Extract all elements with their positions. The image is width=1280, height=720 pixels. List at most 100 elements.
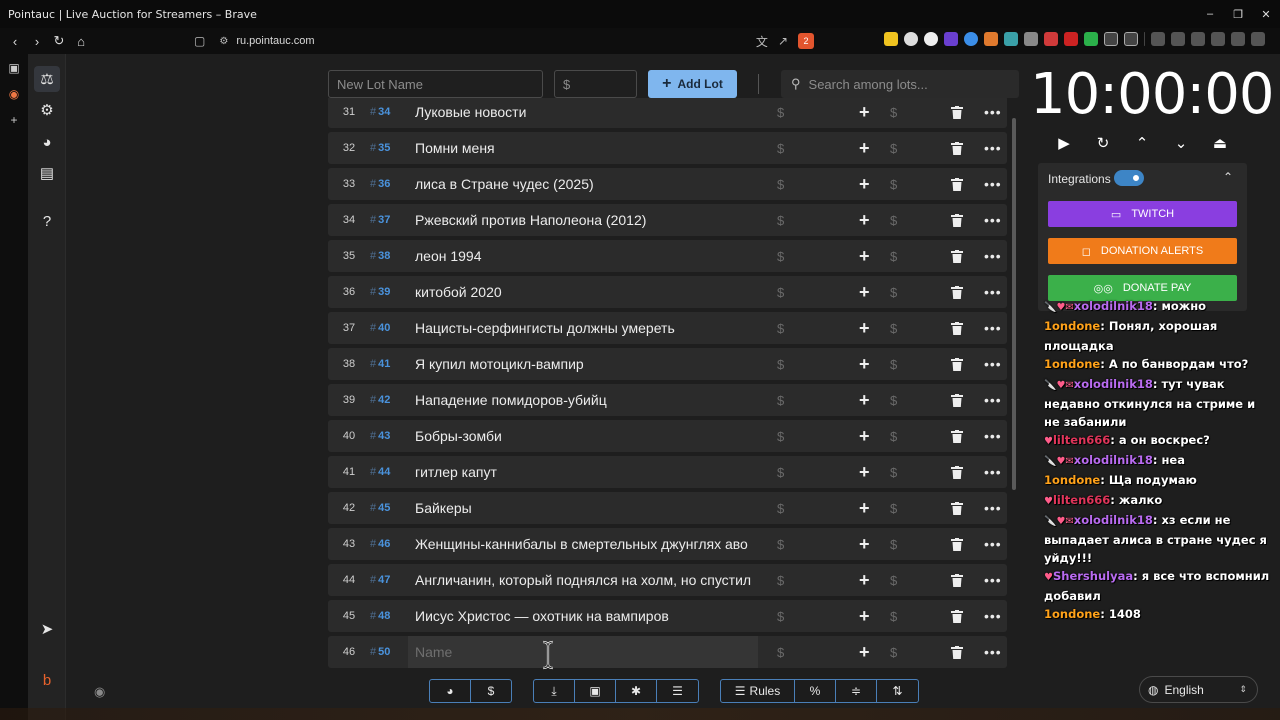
forward-icon[interactable]: ›: [28, 32, 46, 50]
translate-icon[interactable]: 文: [756, 33, 768, 50]
address-bar[interactable]: ▢ ⚙ ru.pointauc.com 文 ↗ 2: [194, 31, 814, 51]
add-amount-icon[interactable]: +: [859, 391, 870, 409]
delete-trash-icon[interactable]: [951, 465, 963, 479]
lot-amount-field[interactable]: $: [777, 285, 784, 300]
play-icon[interactable]: ▶: [1053, 132, 1075, 154]
lot-amount-field[interactable]: $: [777, 429, 784, 444]
extension-icon[interactable]: [944, 32, 958, 46]
lot-amount-field[interactable]: $: [777, 465, 784, 480]
more-options-icon[interactable]: •••: [984, 573, 1002, 587]
add-amount-field[interactable]: $: [890, 321, 897, 336]
add-amount-icon[interactable]: +: [859, 283, 870, 301]
add-amount-icon[interactable]: +: [859, 139, 870, 157]
add-amount-field[interactable]: $: [890, 465, 897, 480]
twitch-button[interactable]: ▭ TWITCH: [1048, 201, 1237, 227]
delete-trash-icon[interactable]: [951, 321, 963, 335]
minimize-button[interactable]: –: [1196, 0, 1224, 28]
lot-name-input[interactable]: Name: [408, 636, 758, 668]
lot-name[interactable]: Женщины-каннибалы в смертельных джунглях…: [415, 536, 755, 552]
lot-row[interactable]: 42 #45 Байкеры $ + $ •••: [328, 492, 1007, 524]
extension-icon[interactable]: [924, 32, 938, 46]
maximize-button[interactable]: ❐: [1224, 0, 1252, 28]
more-options-icon[interactable]: •••: [984, 465, 1002, 479]
extension-icon[interactable]: [964, 32, 978, 46]
lot-id[interactable]: #38: [370, 250, 390, 262]
language-select[interactable]: ◍ English ⇕: [1139, 676, 1258, 703]
delete-trash-icon[interactable]: [951, 177, 963, 191]
add-lot-button[interactable]: + Add Lot: [648, 70, 737, 98]
add-amount-field[interactable]: $: [890, 393, 897, 408]
extension-icon[interactable]: [1044, 32, 1058, 46]
add-amount-icon[interactable]: +: [859, 607, 870, 625]
compact-view-icon[interactable]: ≑: [836, 680, 877, 702]
help-icon[interactable]: ?: [34, 208, 60, 234]
new-tab-icon[interactable]: +: [6, 112, 22, 128]
add-amount-icon[interactable]: +: [859, 355, 870, 373]
percent-button[interactable]: %: [795, 680, 836, 702]
lot-list-scrollbar[interactable]: [1012, 118, 1016, 490]
add-amount-icon[interactable]: +: [859, 499, 870, 517]
lot-amount-field[interactable]: $: [777, 177, 784, 192]
telegram-icon[interactable]: ➤: [34, 616, 60, 642]
brave-shield-icon[interactable]: 2: [798, 33, 814, 49]
lot-id[interactable]: #44: [370, 466, 390, 478]
extension-icon[interactable]: [1024, 32, 1038, 46]
lot-row[interactable]: 40 #43 Бобры-зомби $ + $ •••: [328, 420, 1007, 452]
lot-id[interactable]: #36: [370, 178, 390, 190]
lot-row[interactable]: 38 #41 Я купил мотоцикл-вампир $ + $ •••: [328, 348, 1007, 380]
delete-trash-icon[interactable]: [951, 429, 963, 443]
donation-alerts-button[interactable]: ◻ DONATION ALERTS: [1048, 238, 1237, 264]
lot-amount-field[interactable]: $: [777, 501, 784, 516]
visibility-eye-icon[interactable]: ◉: [94, 684, 105, 700]
lot-name[interactable]: Я купил мотоцикл-вампир: [415, 356, 755, 372]
lot-name[interactable]: Ржевский против Наполеона (2012): [415, 212, 755, 228]
wallet-icon[interactable]: [1191, 32, 1205, 46]
vpn-icon[interactable]: [1231, 32, 1245, 46]
donate-dollar-button[interactable]: $: [471, 680, 511, 702]
lot-search-input[interactable]: ⚲ Search among lots...: [781, 70, 1019, 98]
lot-name[interactable]: лиса в Стране чудес (2025): [415, 176, 755, 192]
clear-list-icon[interactable]: ☰: [657, 680, 698, 702]
delete-trash-icon[interactable]: [951, 537, 963, 551]
add-amount-field[interactable]: $: [890, 609, 897, 624]
extension-icon[interactable]: [1104, 32, 1118, 46]
extension-icon[interactable]: [884, 32, 898, 46]
add-amount-field[interactable]: $: [890, 645, 897, 660]
more-options-icon[interactable]: •••: [984, 249, 1002, 263]
add-amount-icon[interactable]: +: [859, 643, 870, 661]
url-text[interactable]: ru.pointauc.com: [236, 35, 314, 47]
lot-name[interactable]: Нацисты-серфингисты должны умереть: [415, 320, 755, 336]
more-options-icon[interactable]: •••: [984, 537, 1002, 551]
tabs-panel-icon[interactable]: ▣: [6, 60, 22, 76]
delete-trash-icon[interactable]: [951, 141, 963, 155]
add-amount-field[interactable]: $: [890, 537, 897, 552]
delete-trash-icon[interactable]: [951, 645, 963, 659]
settings-gear-icon[interactable]: ⚙: [34, 97, 60, 123]
auction-gavel-icon[interactable]: ⚖: [34, 66, 60, 92]
add-amount-icon[interactable]: +: [859, 175, 870, 193]
sort-icon[interactable]: ⇅: [877, 680, 918, 702]
delete-trash-icon[interactable]: [951, 609, 963, 623]
delete-trash-icon[interactable]: [951, 393, 963, 407]
media-icon[interactable]: [1151, 32, 1165, 46]
lot-id[interactable]: #35: [370, 142, 390, 154]
lot-id[interactable]: #42: [370, 394, 390, 406]
more-options-icon[interactable]: •••: [984, 609, 1002, 623]
more-options-icon[interactable]: •••: [984, 177, 1002, 191]
more-options-icon[interactable]: •••: [984, 141, 1002, 155]
lot-id[interactable]: #34: [370, 106, 390, 118]
more-options-icon[interactable]: •••: [984, 213, 1002, 227]
extension-icon[interactable]: [904, 32, 918, 46]
lot-id[interactable]: #48: [370, 610, 390, 622]
add-amount-field[interactable]: $: [890, 249, 897, 264]
extension-icon[interactable]: [1064, 32, 1078, 46]
lot-name[interactable]: Англичанин, который поднялся на холм, но…: [415, 572, 755, 588]
add-amount-icon[interactable]: +: [859, 571, 870, 589]
lot-name[interactable]: китобой 2020: [415, 284, 755, 300]
lot-amount-field[interactable]: $: [777, 573, 784, 588]
bug-icon[interactable]: ✱: [616, 680, 657, 702]
lot-row[interactable]: 39 #42 Нападение помидоров-убийц $ + $ •••: [328, 384, 1007, 416]
menu-icon[interactable]: [1251, 32, 1265, 46]
more-options-icon[interactable]: •••: [984, 393, 1002, 407]
lot-amount-input[interactable]: $: [554, 70, 637, 98]
